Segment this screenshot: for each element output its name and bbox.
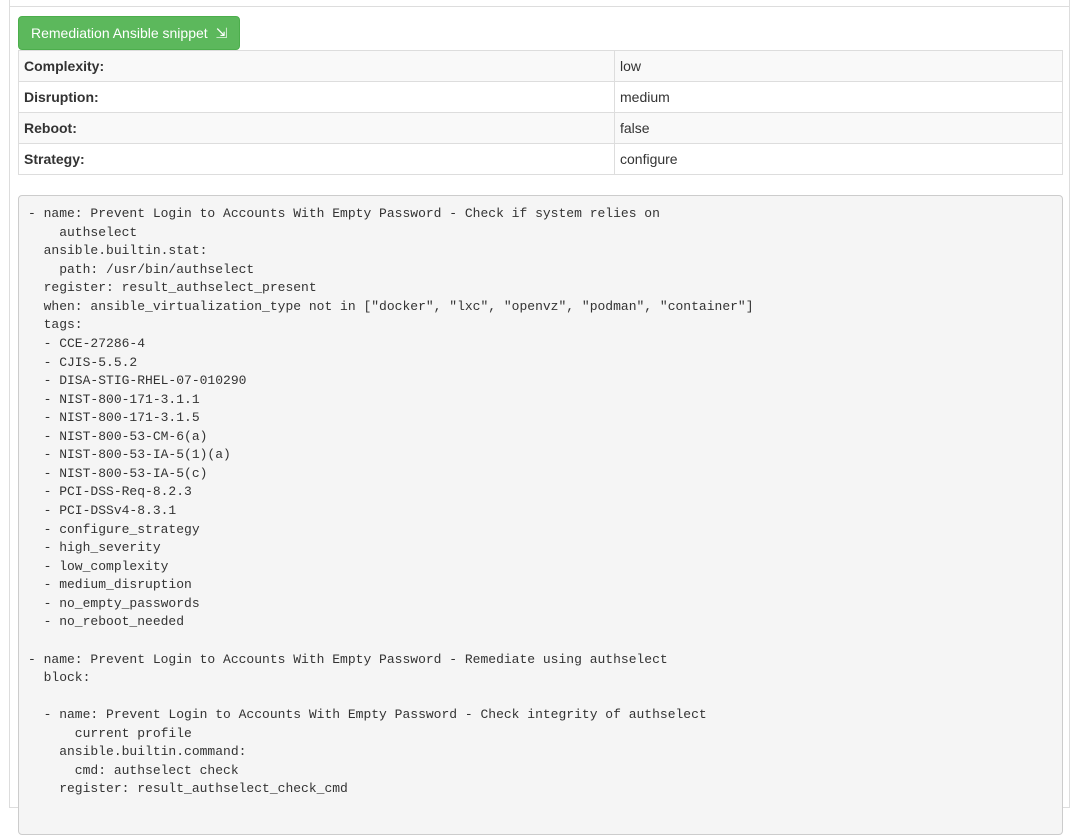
- expand-icon: ⇲: [215, 25, 228, 41]
- strategy-label: Strategy:: [18, 143, 615, 175]
- reboot-label: Reboot:: [18, 112, 615, 144]
- reboot-value: false: [614, 112, 1063, 144]
- remediation-ansible-snippet-button[interactable]: Remediation Ansible snippet ⇲: [18, 16, 241, 50]
- table-row: Complexity: low: [18, 50, 1063, 82]
- disruption-label: Disruption:: [18, 81, 615, 113]
- ansible-code-block[interactable]: - name: Prevent Login to Accounts With E…: [18, 195, 1063, 835]
- disruption-value: medium: [614, 81, 1063, 113]
- complexity-value: low: [614, 50, 1063, 82]
- remediation-meta-table: Complexity: low Disruption: medium Reboo…: [18, 50, 1063, 175]
- remediation-panel: Remediation Ansible snippet ⇲ Complexity…: [9, 0, 1070, 835]
- remediation-button-label: Remediation Ansible snippet: [31, 25, 208, 41]
- table-row: Disruption: medium: [18, 81, 1063, 113]
- panel-top-border: [10, 0, 1069, 7]
- complexity-label: Complexity:: [18, 50, 615, 82]
- strategy-value: configure: [614, 143, 1063, 175]
- table-row: Strategy: configure: [18, 143, 1063, 175]
- table-row: Reboot: false: [18, 112, 1063, 144]
